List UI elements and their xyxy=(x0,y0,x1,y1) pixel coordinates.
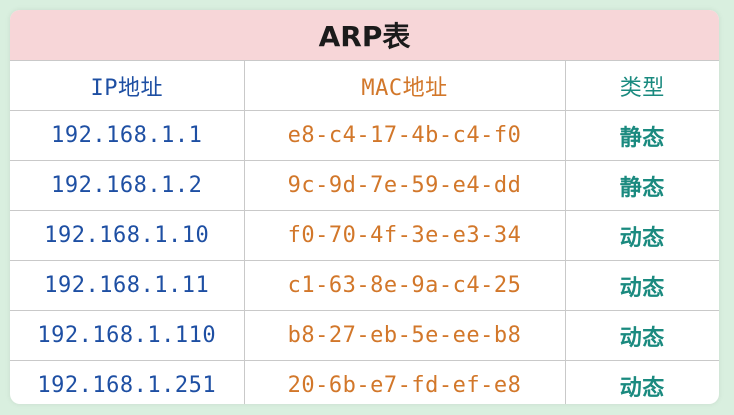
type-cell: 静态 xyxy=(564,110,719,161)
arp-table: IP地址 MAC地址 类型 192.168.1.1 e8-c4-17-4b-c4… xyxy=(10,61,719,404)
header-ip-address: IP地址 xyxy=(10,61,245,111)
ip-cell: 192.168.1.10 xyxy=(10,210,245,261)
mac-cell: c1-63-8e-9a-c4-25 xyxy=(243,260,566,311)
type-cell: 动态 xyxy=(564,210,719,261)
table-title: ARP表 xyxy=(10,10,719,61)
table-row: 192.168.1.1 e8-c4-17-4b-c4-f0 静态 xyxy=(10,110,719,161)
type-cell: 动态 xyxy=(564,310,719,361)
mac-cell: e8-c4-17-4b-c4-f0 xyxy=(243,110,566,161)
header-row: IP地址 MAC地址 类型 xyxy=(10,61,719,111)
header-type: 类型 xyxy=(564,61,719,111)
mac-cell: b8-27-eb-5e-ee-b8 xyxy=(243,310,566,361)
ip-cell: 192.168.1.1 xyxy=(10,110,245,161)
mac-cell: 20-6b-e7-fd-ef-e8 xyxy=(243,360,566,404)
table-row: 192.168.1.110 b8-27-eb-5e-ee-b8 动态 xyxy=(10,310,719,361)
mac-cell: 9c-9d-7e-59-e4-dd xyxy=(243,160,566,211)
ip-cell: 192.168.1.251 xyxy=(10,360,245,404)
type-cell: 静态 xyxy=(564,160,719,211)
table-row: 192.168.1.2 9c-9d-7e-59-e4-dd 静态 xyxy=(10,160,719,211)
table-row: 192.168.1.251 20-6b-e7-fd-ef-e8 动态 xyxy=(10,360,719,404)
type-cell: 动态 xyxy=(564,260,719,311)
ip-cell: 192.168.1.2 xyxy=(10,160,245,211)
type-cell: 动态 xyxy=(564,360,719,404)
header-mac-address: MAC地址 xyxy=(243,61,566,111)
ip-cell: 192.168.1.11 xyxy=(10,260,245,311)
mac-cell: f0-70-4f-3e-e3-34 xyxy=(243,210,566,261)
ip-cell: 192.168.1.110 xyxy=(10,310,245,361)
table-row: 192.168.1.10 f0-70-4f-3e-e3-34 动态 xyxy=(10,210,719,261)
table-row: 192.168.1.11 c1-63-8e-9a-c4-25 动态 xyxy=(10,260,719,311)
arp-table-card: ARP表 IP地址 MAC地址 类型 192.168.1.1 e8-c4-17-… xyxy=(10,10,719,404)
